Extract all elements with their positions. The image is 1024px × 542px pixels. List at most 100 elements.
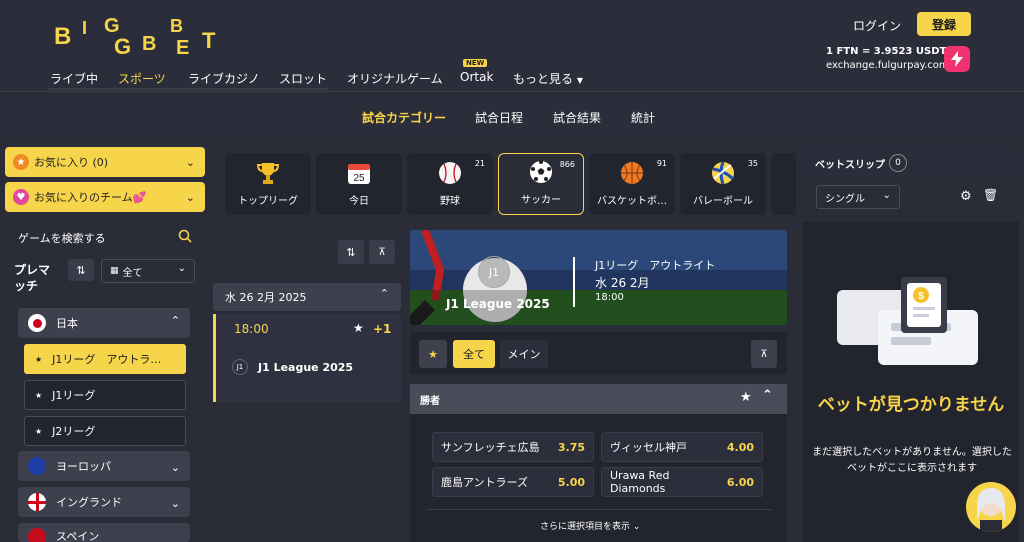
spain-flag-icon [28,528,46,542]
star-icon: ★ [428,347,438,361]
star-icon[interactable]: ★ [740,390,752,405]
tab-match-categories[interactable]: 試合カテゴリー [362,109,446,126]
star-icon: ★ [35,390,43,400]
nav-divider [48,88,328,90]
match-date: 水 26 2月 2025 [225,291,307,304]
match-league: J1 League 2025 [258,361,354,374]
tab-main[interactable]: メイン [500,340,548,368]
chevron-up-icon: ⌃ [379,287,389,300]
category-label: サッカー [521,195,561,206]
register-button[interactable]: 登録 [917,12,971,36]
england-flag-icon [28,493,46,511]
chevron-down-icon: ⌄ [170,497,180,510]
category-top-league[interactable]: トップリーグ [225,153,311,215]
country-japan[interactable]: 日本 ⌃ [18,308,190,338]
league-j2[interactable]: ★ J2リーグ [24,416,186,446]
collapse-button[interactable]: ⊼ [369,240,395,264]
calendar-icon: 25 [346,160,372,186]
nav-original-games[interactable]: オリジナルゲーム [347,70,443,87]
favorite-star-icon[interactable]: ★ [353,321,364,335]
category-soccer[interactable]: 866 サッカー [498,153,584,215]
ftn-exchange-link[interactable]: exchange.fulgurpay.com [826,60,949,71]
nav-live[interactable]: ライブ中 [50,70,98,87]
tab-schedule[interactable]: 試合日程 [475,109,523,126]
support-avatar[interactable] [966,482,1016,532]
bigbet-logo[interactable]: B I G G B B E T [52,14,232,60]
bet-type-value: シングル [825,193,865,205]
sort-button[interactable]: ⇅ [338,240,364,264]
category-count: 21 [474,159,485,168]
gear-icon[interactable]: ⚙ [960,189,972,204]
nav-live-casino[interactable]: ライブカジノ [188,70,260,87]
category-label: トップリーグ [238,196,298,207]
collapse-markets-button[interactable]: ⊼ [751,340,777,368]
category-today[interactable]: 25 今日 [316,153,402,215]
trophy-icon [255,160,281,186]
match-time: 18:00 [234,322,269,336]
filter-value: 全て [122,267,143,279]
category-label: バレーボール [693,196,753,207]
country-europe[interactable]: ヨーロッパ ⌄ [18,451,190,481]
country-spain[interactable]: スペイン [18,523,190,542]
nav-ortak[interactable]: Ortak [460,70,493,84]
favorite-teams-label: お気に入りのチーム💕 [34,191,147,204]
game-search-input[interactable]: ゲームを検索する [18,230,106,246]
bet-type-select[interactable]: シングル ⌄ [816,185,900,209]
nav-sports[interactable]: スポーツ [118,70,166,87]
odds-button[interactable]: 鹿島アントラーズ 5.00 [432,467,594,497]
svg-text:T: T [202,28,216,53]
svg-text:B: B [170,16,183,36]
soccer-ball-icon [528,159,554,185]
pre-match-title: プレマッチ [14,263,51,293]
empty-betslip-title: ベットが見つかりません [817,395,1005,415]
league-label: J2リーグ [52,425,96,438]
category-tile-next[interactable] [771,153,796,215]
team-name: 鹿島アントラーズ [441,476,529,489]
empty-ticket-illustration: $ [837,277,978,365]
date-header[interactable]: 水 26 2月 2025 ⌃ [213,283,401,311]
country-england[interactable]: イングランド ⌄ [18,487,190,517]
odds-button[interactable]: サンフレッチェ広島 3.75 [432,432,594,462]
trash-icon[interactable]: 🗑 [983,188,998,202]
tab-stats[interactable]: 統計 [631,109,655,126]
banner-time: 18:00 [595,292,624,303]
sort-button[interactable]: ⇅ [68,259,94,281]
category-volleyball[interactable]: 35 バレーボール [680,153,766,215]
match-time-row[interactable]: 18:00 ★ +1 [213,314,401,344]
tab-results[interactable]: 試合結果 [553,109,601,126]
nav-more[interactable]: もっと見る ▼ [513,70,583,87]
show-more-button[interactable]: さらに選択項目を表示 ⌄ [540,519,640,532]
country-label: イングランド [56,496,122,509]
match-banner: J1 J1 League 2025 J1リーグ アウトライト 水 26 2月 1… [410,230,787,325]
filter-select[interactable]: ▦ 全て ⌄ [101,259,195,283]
match-row[interactable]: J1 J1 League 2025 [213,344,401,402]
favorite-markets-button[interactable]: ★ [419,340,447,368]
chevron-up-icon[interactable]: ⌃ [762,388,773,403]
category-basketball[interactable]: 91 バスケットボ… [589,153,675,215]
favorites-label: お気に入り (0) [34,156,109,169]
nav-slots[interactable]: スロット [279,70,327,87]
league-badge: J1 [478,256,510,288]
category-baseball[interactable]: 21 野球 [407,153,493,215]
odds-button[interactable]: Urawa Red Diamonds 6.00 [601,467,763,497]
favorite-teams-toggle[interactable]: ♥ お気に入りのチーム💕 ⌄ [5,182,205,212]
collapse-icon: ⊼ [378,246,386,258]
svg-text:I: I [82,18,87,38]
chevron-down-icon: ⌄ [177,263,186,274]
fulgurpay-button[interactable] [944,46,970,72]
favorites-toggle[interactable]: ★ お気に入り (0) ⌄ [5,147,205,177]
odds-button[interactable]: ヴィッセル神戸 4.00 [601,432,763,462]
league-j1[interactable]: ★ J1リーグ [24,380,186,410]
banner-league: J1 League 2025 [446,297,550,311]
heart-icon: ♥ [13,189,29,205]
search-icon[interactable] [178,229,192,243]
empty-betslip-description: まだ選択したベットがありません。選択したベットがここに表示されます [812,447,1012,474]
league-badge: J1 [232,359,248,375]
login-link[interactable]: ログイン [853,17,901,34]
avatar-icon [977,488,1005,532]
market-header[interactable]: 勝者 ★ ⌃ [410,384,787,414]
svg-text:$: $ [918,291,924,302]
star-icon: ★ [35,354,43,364]
tab-all[interactable]: 全て [453,340,495,368]
league-j1-outright[interactable]: ★ J1リーグ アウトラ… [24,344,186,374]
